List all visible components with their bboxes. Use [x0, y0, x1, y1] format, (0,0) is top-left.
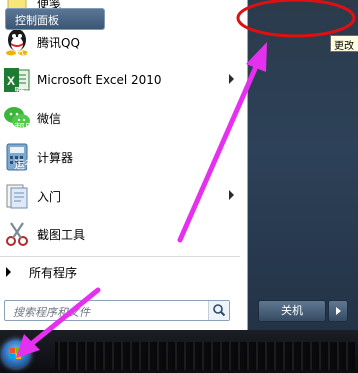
search-icon[interactable] — [208, 301, 229, 320]
all-programs-label: 所有程序 — [29, 265, 78, 280]
run-item[interactable]: 运行... — [14, 156, 47, 172]
devices-printers-item[interactable]: 设备和打印机 — [14, 48, 80, 64]
program-label: 截图工具 — [37, 227, 86, 242]
default-programs-item[interactable]: 默认程序 — [14, 84, 58, 100]
search-box[interactable]: 搜索程序和文件 — [4, 300, 230, 321]
taskbar-blurred-area — [55, 342, 355, 370]
snipping-tool-icon — [3, 220, 31, 248]
taskbar — [0, 330, 358, 373]
help-support-label: 帮助和支持 — [14, 122, 69, 135]
help-support-item[interactable]: 帮助和支持 — [14, 120, 69, 136]
all-programs-item[interactable]: 所有程序 — [0, 259, 240, 285]
program-label: 入门 — [37, 189, 62, 204]
divider — [0, 256, 240, 257]
triangle-right-icon — [6, 267, 11, 277]
tooltip: 更改 — [330, 35, 358, 52]
run-label: 运行... — [14, 158, 47, 171]
control-panel-label: 控制面板 — [15, 14, 59, 27]
submenu-arrow-icon — [229, 74, 234, 84]
shutdown-options-arrow-icon[interactable] — [328, 300, 348, 322]
shutdown-button[interactable]: 关机 — [258, 300, 326, 322]
search-placeholder: 搜索程序和文件 — [13, 306, 90, 319]
getting-started-icon — [3, 182, 31, 210]
program-item-snipping-tool[interactable]: 截图工具 — [0, 215, 240, 253]
program-item-getting-started[interactable]: 入门 — [0, 177, 240, 215]
start-orb-icon[interactable] — [2, 340, 30, 368]
default-programs-label: 默认程序 — [14, 86, 58, 99]
submenu-arrow-icon — [229, 190, 234, 200]
devices-printers-label: 设备和打印机 — [14, 50, 80, 63]
control-panel-item[interactable]: 控制面板 — [5, 8, 105, 30]
